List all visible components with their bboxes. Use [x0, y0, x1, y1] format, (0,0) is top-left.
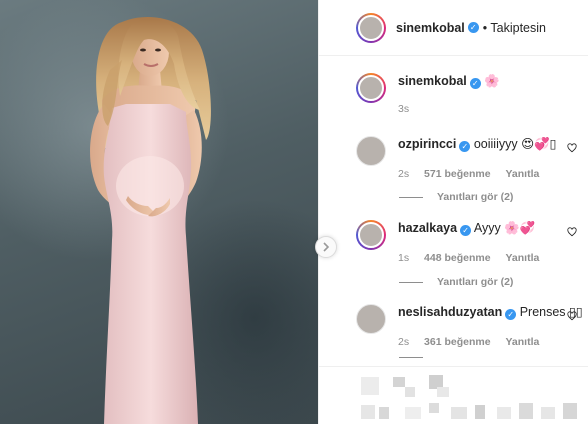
- post-side-panel: sinemkobal ✓ • Takiptesin sinemkobal ✓ 🌸 …: [318, 0, 588, 424]
- post-photo[interactable]: [0, 0, 318, 424]
- comment-time[interactable]: 2s: [398, 336, 409, 348]
- comment-time[interactable]: 2s: [398, 168, 409, 180]
- verified-badge-icon: ✓: [459, 141, 471, 152]
- caption-avatar[interactable]: [356, 73, 386, 103]
- view-replies-button[interactable]: Yanıtları gör (2): [399, 276, 513, 288]
- author-avatar[interactable]: [356, 12, 386, 43]
- post-header: sinemkobal ✓ • Takiptesin: [319, 0, 588, 56]
- verified-badge-icon: ✓: [469, 78, 481, 89]
- caption-text: 🌸: [484, 74, 500, 88]
- pixelated-action-bar: [319, 366, 588, 424]
- caption-row: sinemkobal ✓ 🌸 3s: [356, 73, 500, 117]
- verified-badge-icon: ✓: [467, 22, 479, 33]
- follow-status[interactable]: • Takiptesin: [483, 21, 546, 35]
- reply-button[interactable]: Yanıtla: [505, 336, 539, 348]
- comment-avatar[interactable]: [356, 220, 386, 250]
- author-username[interactable]: sinemkobal: [396, 21, 465, 35]
- verified-badge-icon: ✓: [460, 225, 472, 236]
- chevron-right-icon: [323, 242, 330, 252]
- comment-likes[interactable]: 448 beğenme: [424, 252, 491, 264]
- caption-time[interactable]: 3s: [398, 103, 409, 115]
- comment-likes[interactable]: 361 beğenme: [424, 336, 491, 348]
- comment-avatar[interactable]: [356, 304, 386, 334]
- view-replies-label: Yanıtları gör (2): [437, 276, 514, 288]
- view-replies-button[interactable]: Yanıtları gör (2): [399, 191, 513, 203]
- comment-username[interactable]: neslisahduzyatan: [398, 305, 502, 319]
- comment-username[interactable]: hazalkaya: [398, 221, 457, 235]
- heart-icon[interactable]: [567, 227, 577, 237]
- comment-row: hazalkaya ✓ Ayyy 🌸💞 1s 448 beğenme Yanıtl…: [356, 220, 551, 266]
- next-photo-button[interactable]: [315, 236, 337, 258]
- comment-row: neslisahduzyatan ✓ Prenses ▯▯ 2s 361 beğe…: [356, 304, 583, 350]
- comment-likes[interactable]: 571 beğenme: [424, 168, 491, 180]
- replies-divider: [399, 196, 423, 198]
- comment-username[interactable]: ozpirincci: [398, 137, 456, 151]
- caption-username[interactable]: sinemkobal: [398, 74, 467, 88]
- comment-avatar[interactable]: [356, 136, 386, 166]
- photo-figure: [90, 17, 211, 424]
- heart-icon[interactable]: [567, 311, 577, 321]
- comment-row: ozpirincci ✓ ooiiiiyyy 😍💞▯ 2s 571 beğenme…: [356, 136, 557, 182]
- comment-text: ooiiiiyyy 😍💞▯: [473, 137, 557, 151]
- reply-button[interactable]: Yanıtla: [505, 168, 539, 180]
- verified-badge-icon: ✓: [505, 309, 517, 320]
- view-replies-label: Yanıtları gör (2): [437, 191, 514, 203]
- reply-button[interactable]: Yanıtla: [505, 252, 539, 264]
- replies-divider: [399, 357, 423, 358]
- replies-divider: [399, 281, 423, 283]
- comment-text: Ayyy 🌸💞: [473, 221, 536, 235]
- heart-icon[interactable]: [567, 143, 577, 153]
- comment-time[interactable]: 1s: [398, 252, 409, 264]
